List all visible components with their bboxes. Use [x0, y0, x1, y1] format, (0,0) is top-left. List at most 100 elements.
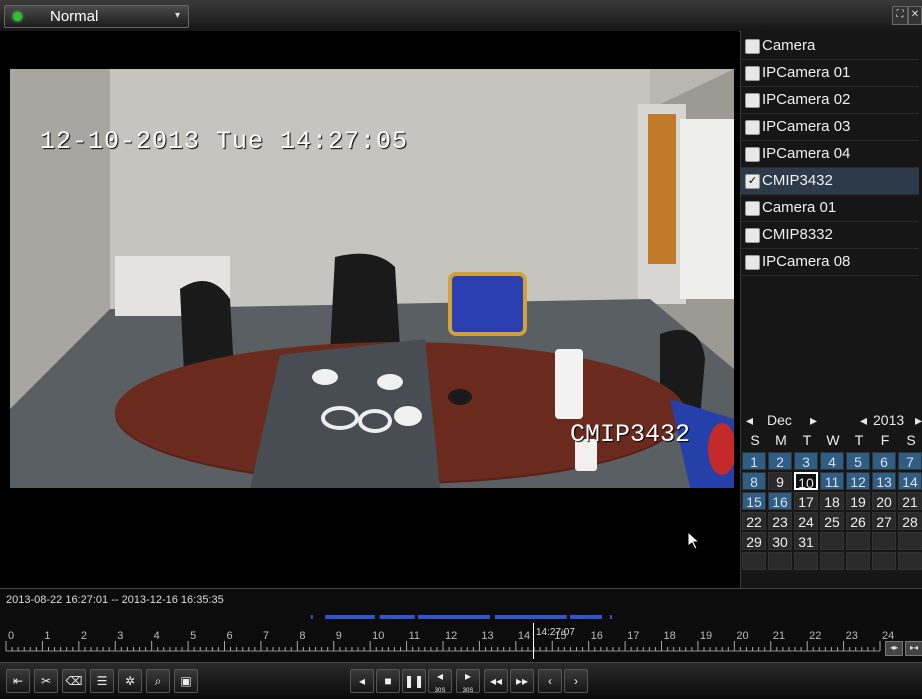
calendar-day[interactable]: 2 — [768, 452, 792, 470]
camera-name: IPCamera 01 — [762, 64, 851, 81]
camera-checkbox[interactable] — [745, 120, 760, 135]
top-bar: Normal ▾ ⛶ ✕ — [0, 0, 922, 32]
hour-label: 4 — [154, 630, 160, 642]
prev-month-icon[interactable]: ◂ — [746, 412, 753, 429]
timeline[interactable]: 2013-08-22 16:27:01 -- 2013-12-16 16:35:… — [0, 588, 922, 663]
calendar-day[interactable]: 29 — [742, 532, 766, 550]
clip-icon[interactable]: ✂ — [34, 669, 58, 693]
calendar-day[interactable]: 21 — [898, 492, 922, 510]
calendar-day[interactable]: 4 — [820, 452, 844, 470]
calendar-day[interactable]: 5 — [846, 452, 870, 470]
camera-checkbox[interactable]: ✓ — [745, 174, 760, 189]
calendar-day[interactable]: 18 — [820, 492, 844, 510]
prev-year-icon[interactable]: ◂ — [860, 412, 867, 429]
calendar-day[interactable]: 26 — [846, 512, 870, 530]
forward-30s-icon[interactable]: ▸ 30S — [456, 669, 480, 694]
reverse-play-icon[interactable]: ◂ — [350, 669, 374, 693]
camera-list-item[interactable]: CMIP8332 — [741, 222, 919, 249]
add-tag-icon[interactable]: ⇤ — [6, 669, 30, 693]
next-month-icon[interactable]: ▸ — [810, 412, 817, 429]
fast-icon[interactable]: ▸▸ — [510, 669, 534, 693]
camera-checkbox[interactable] — [745, 93, 760, 108]
camera-name: CMIP3432 — [762, 172, 833, 189]
custom-tag-icon[interactable]: ⌫ — [62, 669, 86, 693]
calendar-day[interactable]: 7 — [898, 452, 922, 470]
calendar-day[interactable]: 1 — [742, 452, 766, 470]
calendar-day[interactable]: 14 — [898, 472, 922, 490]
camera-list-item[interactable]: IPCamera 01 — [741, 60, 919, 87]
pause-icon[interactable]: ❚❚ — [402, 669, 426, 693]
camera-checkbox[interactable] — [745, 66, 760, 81]
calendar-day[interactable]: 23 — [768, 512, 792, 530]
tag-manage-icon[interactable]: ☰ — [90, 669, 114, 693]
settings-icon[interactable]: ✲ — [118, 669, 142, 693]
calendar-day[interactable]: 9 — [768, 472, 792, 490]
back-30s-icon[interactable]: ◂ 30S — [428, 669, 452, 694]
playback-mode-dropdown[interactable]: Normal ▾ — [4, 5, 189, 28]
snapshot-icon[interactable]: ▣ — [174, 669, 198, 693]
calendar-day[interactable]: 11 — [820, 472, 844, 490]
hour-label: 22 — [809, 630, 821, 642]
calendar-day[interactable]: 20 — [872, 492, 896, 510]
camera-list-item[interactable]: IPCamera 08 — [741, 249, 919, 276]
calendar-empty-cell — [846, 532, 870, 550]
hour-label: 20 — [736, 630, 748, 642]
prev-day-icon[interactable]: ‹ — [538, 669, 562, 693]
record-segment — [418, 615, 490, 619]
hour-label: 17 — [627, 630, 639, 642]
digital-zoom-icon[interactable]: ⌕ — [146, 669, 170, 693]
calendar-day[interactable]: 15 — [742, 492, 766, 510]
calendar-day[interactable]: 31 — [794, 532, 818, 550]
zoom-out-icon[interactable]: ▸◂ — [905, 641, 922, 656]
zoom-in-icon[interactable]: ◂▸ — [885, 641, 903, 656]
stop-icon[interactable]: ■ — [376, 669, 400, 693]
calendar-day[interactable]: 13 — [872, 472, 896, 490]
calendar-day[interactable]: 16 — [768, 492, 792, 510]
slow-icon[interactable]: ◂◂ — [484, 669, 508, 693]
calendar-empty-cell — [898, 552, 922, 570]
weekday-label: S — [750, 432, 760, 448]
camera-checkbox[interactable] — [745, 228, 760, 243]
camera-name: IPCamera 03 — [762, 118, 851, 135]
record-segment — [610, 615, 612, 619]
camera-list-header[interactable]: Camera — [741, 33, 919, 60]
calendar-day[interactable]: 17 — [794, 492, 818, 510]
calendar-empty-cell — [768, 552, 792, 570]
camera-list-item[interactable]: IPCamera 04 — [741, 141, 919, 168]
camera-checkbox[interactable] — [745, 255, 760, 270]
calendar-day[interactable]: 3 — [794, 452, 818, 470]
camera-list-header-label: Camera — [762, 37, 816, 54]
close-icon[interactable]: ✕ — [908, 6, 922, 25]
calendar-empty-cell — [820, 532, 844, 550]
playhead-line[interactable] — [533, 623, 534, 659]
recording-range: 2013-08-22 16:27:01 -- 2013-12-16 16:35:… — [6, 594, 224, 606]
next-year-icon[interactable]: ▸ — [915, 412, 922, 429]
calendar-day[interactable]: 19 — [846, 492, 870, 510]
weekday-label: T — [854, 432, 864, 448]
record-segments — [310, 615, 612, 619]
camera-checkbox[interactable] — [745, 147, 760, 162]
calendar-day[interactable]: 27 — [872, 512, 896, 530]
camera-checkbox[interactable] — [745, 201, 760, 216]
calendar-day[interactable]: 24 — [794, 512, 818, 530]
calendar-day[interactable]: 28 — [898, 512, 922, 530]
select-all-checkbox[interactable] — [745, 39, 760, 54]
camera-list-item[interactable]: IPCamera 03 — [741, 114, 919, 141]
hour-label: 6 — [227, 630, 233, 642]
camera-list-item[interactable]: Camera 01 — [741, 195, 919, 222]
camera-list-item[interactable]: IPCamera 02 — [741, 87, 919, 114]
calendar-day[interactable]: 22 — [742, 512, 766, 530]
weekday-label: W — [826, 432, 840, 448]
fullscreen-icon[interactable]: ⛶ — [892, 6, 908, 25]
calendar-empty-cell — [898, 532, 922, 550]
next-day-icon[interactable]: › — [564, 669, 588, 693]
calendar-day[interactable]: 25 — [820, 512, 844, 530]
calendar-day[interactable]: 10 — [794, 472, 818, 491]
calendar-day[interactable]: 6 — [872, 452, 896, 470]
calendar-day[interactable]: 30 — [768, 532, 792, 550]
timeline-ruler[interactable]: 0 1 2 3 4 5 6 7 8 9 10 11 12 13 14 15 16 17 18 19 20 21 22 23 24 — [0, 625, 922, 655]
camera-list-item[interactable]: ✓ CMIP3432 — [741, 168, 919, 195]
camera-name: IPCamera 04 — [762, 145, 851, 162]
calendar-day[interactable]: 12 — [846, 472, 870, 490]
calendar-day[interactable]: 8 — [742, 472, 766, 490]
